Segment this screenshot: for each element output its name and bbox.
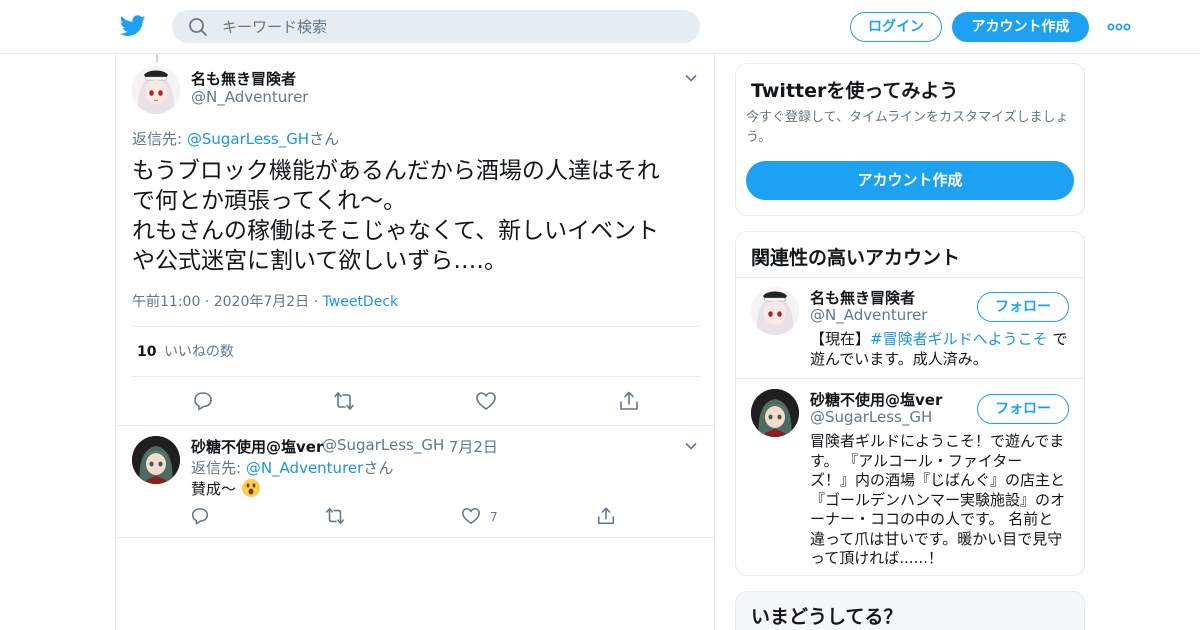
signup-card: Twitterを使ってみよう 今すぐ登録して、タイムラインをカスタマイズしましょ… <box>735 63 1085 216</box>
tweet-source[interactable]: TweetDeck <box>323 294 399 310</box>
tweet-text-content: 賛成～ <box>191 480 237 498</box>
reply-to-suffix: さん <box>309 130 340 148</box>
bio-text: 冒険者ギルドにようこそ！で遊んでま <box>810 432 1065 450</box>
account-bio: 冒険者ギルドにようこそ！で遊んでま す。 『アルコール・ファイター ズ！』内の酒… <box>810 432 1075 569</box>
tweet-meta: 午前11:00 · 2020年7月2日 · TweetDeck <box>132 294 399 310</box>
reply-to-suffix: さん <box>363 459 394 477</box>
divider <box>116 425 714 426</box>
avatar-image <box>751 287 799 335</box>
timeline: 名も無き冒険者 @N_Adventurer 返信先: @SugarLess_GH… <box>115 54 715 630</box>
trends-card: いまどうしてる？ <box>735 591 1085 630</box>
like-icon[interactable] <box>461 506 481 526</box>
signup-button[interactable]: アカウント作成 <box>746 161 1074 200</box>
account-bio: 【現在】#冒険者ギルドへようこそ で 遊んでいます。成人済み。 <box>810 330 1075 369</box>
author-name[interactable]: 砂糖不使用@塩ver <box>191 436 323 457</box>
tweet-text-line: や公式迷宮に割いて欲しいずら‥‥。 <box>132 248 508 274</box>
related-accounts-card: 関連性の高いアカウント 名も無き冒険者 @N_Adventurer フォロー 【… <box>735 231 1085 576</box>
tweet-text: 賛成～ <box>191 478 261 499</box>
author-handle[interactable]: @SugarLess_GH <box>322 436 444 454</box>
tweet-date[interactable]: · 7月2日 <box>440 436 498 457</box>
divider <box>116 537 714 538</box>
bio-text: ーナー・ココの中の人です。 名前と <box>810 510 1054 528</box>
avatar-image <box>132 66 180 114</box>
tweet-text-line: もうブロック機能があるんだから酒場の人達はそれ <box>132 158 660 184</box>
chevron-down-icon[interactable] <box>683 70 699 86</box>
card-subtitle-line: 今すぐ登録して、タイムラインをカスタマイズしましょ <box>746 110 1069 125</box>
reply-to-mention[interactable]: @N_Adventurer <box>246 459 363 477</box>
reply-icon[interactable] <box>190 506 210 526</box>
card-title: Twitterを使ってみよう <box>751 80 959 102</box>
chevron-down-icon[interactable] <box>683 438 699 454</box>
more-options-icon[interactable] <box>1106 18 1132 36</box>
retweet-icon[interactable] <box>325 506 345 526</box>
top-bar: ログイン アカウント作成 <box>0 0 1200 54</box>
bio-text: って頂ければ......！ <box>810 549 943 567</box>
tweet-text: もうブロック機能があるんだから酒場の人達はそれ で何とか頑張ってくれ～。 れもさ… <box>132 156 692 276</box>
avatar[interactable] <box>132 436 180 484</box>
bio-text: 違って爪は甘いです。暖かい目で見守 <box>810 529 1063 548</box>
divider <box>736 277 1084 278</box>
share-icon[interactable] <box>618 390 640 412</box>
reply-to-label: 返信先: <box>132 130 187 148</box>
account-name[interactable]: 砂糖不使用@塩ver <box>810 389 942 410</box>
bio-text: 【現在】 <box>810 330 871 348</box>
follow-button[interactable]: フォロー <box>977 394 1069 424</box>
divider <box>132 376 700 377</box>
bio-text: で <box>1047 330 1068 348</box>
card-title: 関連性の高いアカウント <box>751 247 961 269</box>
like-count: 7 <box>490 510 498 524</box>
hashtag-link[interactable]: #冒険者ギルドへようこそ <box>870 330 1048 348</box>
search-box[interactable] <box>172 10 700 43</box>
card-subtitle-line: う。 <box>746 130 772 145</box>
search-input[interactable] <box>222 10 682 43</box>
tweet-date-text: 7月2日 <box>448 438 498 456</box>
bio-text: ズ！』内の酒場『じばんぐ』の店主と <box>810 471 1066 489</box>
bio-text: す。 『アルコール・ファイター <box>810 451 1023 470</box>
account-handle[interactable]: @SugarLess_GH <box>810 408 932 426</box>
avatar[interactable] <box>751 287 799 335</box>
tweet-text-line: で何とか頑張ってくれ～。 <box>132 188 407 214</box>
twitter-bird-icon[interactable] <box>120 14 146 38</box>
divider <box>132 326 700 327</box>
search-icon <box>189 18 207 36</box>
card-subtitle: 今すぐ登録して、タイムラインをカスタマイズしましょ う。 <box>746 108 1081 148</box>
tweet-date[interactable]: 2020年7月2日 <box>214 294 309 310</box>
follow-button[interactable]: フォロー <box>977 292 1069 322</box>
avatar-image <box>751 389 799 437</box>
login-button[interactable]: ログイン <box>850 12 942 42</box>
bio-text: 『ゴールデンハンマー実験施設』のオ <box>810 490 1066 509</box>
reply-to-line: 返信先: @N_Adventurerさん <box>191 457 393 478</box>
like-label: いいねの数 <box>163 344 234 360</box>
avatar[interactable] <box>751 389 799 437</box>
reply-to-label: 返信先: <box>191 459 246 477</box>
like-icon[interactable] <box>475 390 497 412</box>
reply-to-line: 返信先: @SugarLess_GHさん <box>132 128 339 149</box>
like-stats[interactable]: 10 いいねの数 <box>137 341 234 361</box>
avatar-image <box>132 436 180 484</box>
divider <box>736 378 1084 379</box>
reply-to-mention[interactable]: @SugarLess_GH <box>187 130 309 148</box>
tweet-time[interactable]: 午前11:00 <box>132 294 200 310</box>
author-handle[interactable]: @N_Adventurer <box>191 88 308 106</box>
reply-icon[interactable] <box>192 390 214 412</box>
account-name[interactable]: 名も無き冒険者 <box>810 287 915 308</box>
signup-button[interactable]: アカウント作成 <box>952 12 1089 42</box>
retweet-icon[interactable] <box>333 390 355 412</box>
like-count: 10 <box>137 344 157 360</box>
avatar[interactable] <box>132 66 180 114</box>
author-name[interactable]: 名も無き冒険者 <box>191 68 296 89</box>
tweet-text-line: れもさんの稼働はそこじゃなくて、新しいイベント <box>132 218 660 244</box>
share-icon[interactable] <box>596 506 616 526</box>
astonished-face-emoji-icon <box>241 479 260 497</box>
bio-text: 遊んでいます。成人済み。 <box>810 349 988 368</box>
thread-connector <box>156 54 158 62</box>
account-handle[interactable]: @N_Adventurer <box>810 306 927 324</box>
card-title: いまどうしてる？ <box>751 606 903 628</box>
